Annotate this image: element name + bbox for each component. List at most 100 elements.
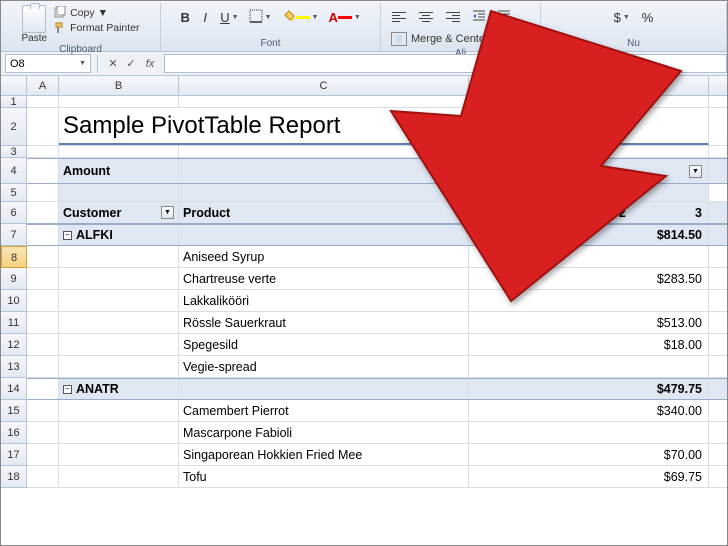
row-header[interactable]: 18 bbox=[1, 466, 27, 488]
italic-button[interactable]: I bbox=[196, 7, 214, 27]
product-value[interactable] bbox=[469, 356, 709, 377]
merge-center-button[interactable]: Merge & Center ▼ bbox=[387, 30, 508, 48]
align-left-icon bbox=[391, 10, 407, 24]
row-headers: 123456789101112131415161718 bbox=[1, 96, 27, 488]
column-header-a[interactable]: A bbox=[27, 76, 59, 95]
copy-button[interactable]: Copy ▼ bbox=[53, 6, 139, 20]
row-header[interactable]: 6 bbox=[1, 202, 27, 224]
row-header[interactable]: 8 bbox=[1, 246, 27, 268]
align-left-button[interactable] bbox=[387, 7, 411, 27]
product-name[interactable]: Mascarpone Fabioli bbox=[179, 422, 469, 443]
product-name[interactable]: Chartreuse verte bbox=[179, 268, 469, 289]
number-group-label: Nu bbox=[627, 38, 640, 51]
pivot-product-row: Tofu$69.75 bbox=[27, 466, 727, 488]
paste-button[interactable]: Paste bbox=[21, 5, 47, 44]
pivot-product-row: Aniseed Syrup bbox=[27, 246, 727, 268]
product-name[interactable]: Camembert Pierrot bbox=[179, 400, 469, 421]
product-value[interactable] bbox=[469, 422, 709, 443]
customer-total[interactable]: $479.75 bbox=[469, 379, 709, 399]
collapse-toggle[interactable]: – bbox=[63, 385, 72, 394]
percent-button[interactable]: % bbox=[638, 7, 658, 27]
formula-input[interactable] bbox=[164, 54, 727, 73]
row-header[interactable]: 4 bbox=[1, 158, 27, 184]
product-value[interactable]: $340.00 bbox=[469, 400, 709, 421]
column-header-b[interactable]: B bbox=[59, 76, 179, 95]
x-icon: ✕ bbox=[108, 57, 117, 70]
pivot-product-row: Vegie-spread bbox=[27, 356, 727, 378]
row-header[interactable]: 2 bbox=[1, 108, 27, 146]
product-header: Product bbox=[183, 206, 230, 220]
row-header[interactable]: 12 bbox=[1, 334, 27, 356]
currency-button[interactable]: $▼ bbox=[610, 7, 634, 27]
format-painter-button[interactable]: Format Painter bbox=[53, 21, 139, 35]
font-color-button[interactable]: A ▼ bbox=[324, 7, 364, 27]
check-icon: ✓ bbox=[126, 57, 135, 70]
row-header[interactable]: 9 bbox=[1, 268, 27, 290]
underline-button[interactable]: U▼ bbox=[216, 7, 242, 27]
row-header[interactable]: 5 bbox=[1, 184, 27, 202]
grid-row bbox=[27, 146, 727, 158]
fill-color-button[interactable]: ▼ bbox=[278, 7, 323, 27]
border-icon bbox=[249, 9, 263, 26]
copy-label: Copy bbox=[70, 7, 95, 19]
product-name[interactable]: Lakkalikööri bbox=[179, 290, 469, 311]
enter-formula-button[interactable]: ✓ bbox=[122, 55, 140, 73]
row-header[interactable]: 3 bbox=[1, 146, 27, 158]
product-value[interactable]: $513.00 bbox=[469, 312, 709, 333]
cancel-formula-button[interactable]: ✕ bbox=[104, 55, 122, 73]
collapse-toggle[interactable]: – bbox=[63, 231, 72, 240]
product-value[interactable]: $70.00 bbox=[469, 444, 709, 465]
product-value[interactable] bbox=[469, 246, 709, 267]
row-header[interactable]: 13 bbox=[1, 356, 27, 378]
fx-label: fx bbox=[146, 58, 155, 70]
bucket-icon bbox=[282, 9, 296, 26]
product-name[interactable]: Rössle Sauerkraut bbox=[179, 312, 469, 333]
chevron-down-icon: ▼ bbox=[79, 60, 86, 67]
row-header[interactable]: 17 bbox=[1, 444, 27, 466]
row-header[interactable]: 11 bbox=[1, 312, 27, 334]
product-value[interactable] bbox=[469, 290, 709, 311]
product-name[interactable]: Tofu bbox=[179, 466, 469, 487]
border-button[interactable]: ▼ bbox=[245, 7, 276, 27]
grid-row: Sample PivotTable Report bbox=[27, 108, 727, 146]
row-header[interactable]: 15 bbox=[1, 400, 27, 422]
insert-function-button[interactable]: fx bbox=[140, 55, 158, 73]
ribbon-group-font: B I U▼ ▼ ▼ A ▼ Font bbox=[161, 3, 381, 51]
column-header-f[interactable]: F bbox=[469, 76, 709, 95]
ribbon-group-clipboard: Paste Copy ▼ Format Painter bbox=[1, 3, 161, 51]
product-value[interactable]: $283.50 bbox=[469, 268, 709, 289]
paintbrush-icon bbox=[53, 21, 67, 35]
align-right-button[interactable] bbox=[441, 7, 465, 27]
product-name[interactable]: Aniseed Syrup bbox=[179, 246, 469, 267]
amount-label[interactable]: Amount bbox=[59, 159, 179, 183]
product-value[interactable]: $69.75 bbox=[469, 466, 709, 487]
pivot-product-row: Lakkalikööri bbox=[27, 290, 727, 312]
column-header-c[interactable]: C bbox=[179, 76, 469, 95]
bold-button[interactable]: B bbox=[176, 7, 194, 27]
select-all-corner[interactable] bbox=[1, 76, 27, 95]
pivot-product-row: Mascarpone Fabioli bbox=[27, 422, 727, 444]
customer-filter-dropdown[interactable]: ▼ bbox=[161, 206, 174, 219]
decrease-indent-button[interactable] bbox=[468, 7, 490, 27]
row-header[interactable]: 14 bbox=[1, 378, 27, 400]
customer-total[interactable]: $814.50 bbox=[469, 225, 709, 245]
col-num-2: 2 bbox=[549, 206, 625, 220]
filter-dropdown[interactable]: ▼ bbox=[689, 165, 702, 178]
product-value[interactable]: $18.00 bbox=[469, 334, 709, 355]
align-right-icon bbox=[445, 10, 461, 24]
product-name[interactable]: Singaporean Hokkien Fried Mee bbox=[179, 444, 469, 465]
row-header[interactable]: 16 bbox=[1, 422, 27, 444]
row-header[interactable]: 7 bbox=[1, 224, 27, 246]
align-center-button[interactable] bbox=[414, 7, 438, 27]
outdent-icon bbox=[472, 9, 486, 26]
customer-cell[interactable]: –ALFKI bbox=[59, 225, 179, 245]
customer-cell[interactable]: –ANATR bbox=[59, 379, 179, 399]
row-header[interactable]: 10 bbox=[1, 290, 27, 312]
product-name[interactable]: Vegie-spread bbox=[179, 356, 469, 377]
name-box[interactable]: O8 ▼ bbox=[5, 54, 91, 73]
merge-center-label: Merge & Center bbox=[411, 33, 489, 45]
row-header[interactable]: 1 bbox=[1, 96, 27, 108]
increase-indent-button[interactable] bbox=[493, 7, 515, 27]
grid-row bbox=[27, 184, 727, 202]
product-name[interactable]: Spegesild bbox=[179, 334, 469, 355]
